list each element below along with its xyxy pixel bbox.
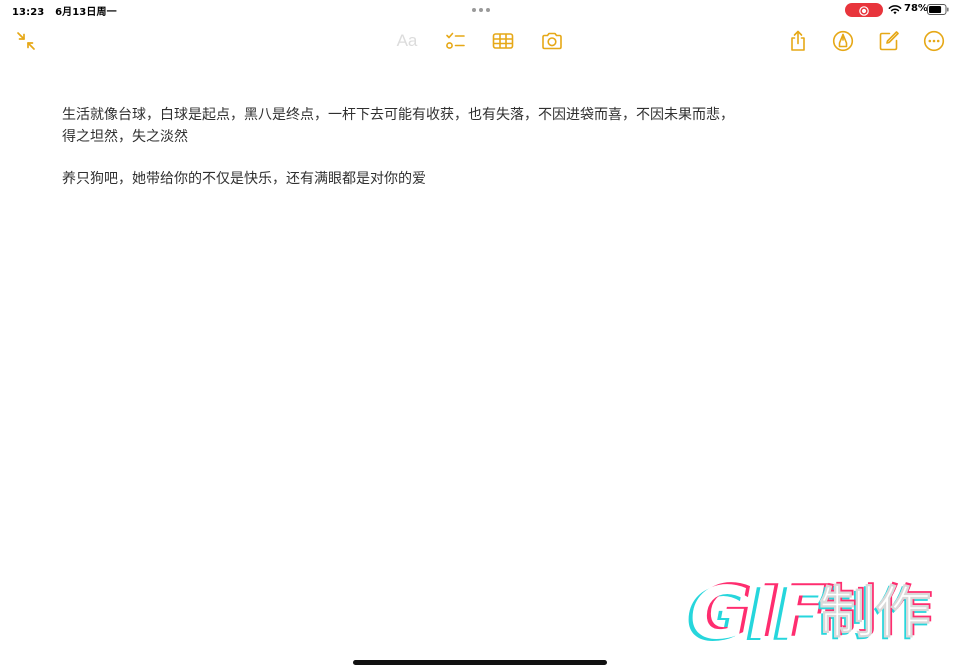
note-paragraph: 养只狗吧，她带给你的不仅是快乐，还有满眼都是对你的爱 (62, 168, 922, 190)
note-paragraph: 生活就像台球，白球是起点，黑八是终点，一杆下去可能有收获，也有失落，不因进袋而喜… (62, 104, 922, 148)
markup-button[interactable] (829, 27, 857, 55)
multitasking-dots-icon[interactable] (472, 8, 490, 12)
compose-button[interactable] (875, 27, 903, 55)
share-icon (791, 30, 805, 51)
status-time: 13:23 (12, 7, 45, 18)
notes-toolbar: Aa (0, 24, 960, 58)
gif-watermark-logo: GIF GIF GIF 制作 制作 制作 (686, 569, 933, 650)
collapse-button[interactable] (12, 27, 40, 55)
markup-pen-icon (832, 30, 854, 52)
status-time-date: 13:23 6月13日周一 (12, 3, 117, 18)
status-bar: 13:23 6月13日周一 78% (0, 0, 960, 20)
camera-button[interactable] (538, 27, 566, 55)
format-text-button[interactable]: Aa (393, 27, 421, 55)
wifi-icon (888, 5, 902, 15)
record-icon (859, 6, 869, 16)
camera-icon (542, 32, 562, 50)
table-button[interactable] (489, 27, 517, 55)
svg-text:GIF: GIF (690, 571, 825, 650)
home-indicator[interactable] (353, 660, 607, 665)
notes-app-screen: 13:23 6月13日周一 78% Aa 生活就像台球，白球是起点，黑八是终点，… (0, 0, 960, 672)
status-date: 6月13日周一 (55, 7, 117, 18)
collapse-arrows-icon (17, 32, 35, 50)
checklist-icon (446, 32, 465, 49)
compose-icon (879, 31, 899, 51)
more-button[interactable] (920, 27, 948, 55)
note-line: 生活就像台球，白球是起点，黑八是终点，一杆下去可能有收获，也有失落，不因进袋而喜… (62, 107, 734, 123)
table-icon (492, 33, 514, 49)
battery-icon (927, 4, 949, 15)
checklist-button[interactable] (441, 27, 469, 55)
more-ellipsis-icon (923, 30, 945, 52)
note-text-area[interactable]: 生活就像台球，白球是起点，黑八是终点，一杆下去可能有收获，也有失落，不因进袋而喜… (62, 104, 922, 190)
battery-percent: 78% (904, 3, 928, 14)
share-button[interactable] (784, 27, 812, 55)
note-line: 养只狗吧，她带给你的不仅是快乐，还有满眼都是对你的爱 (62, 171, 426, 187)
format-text-label: Aa (396, 31, 418, 50)
note-line: 得之坦然，失之淡然 (62, 129, 188, 145)
svg-text:制作: 制作 (819, 581, 931, 646)
screen-recording-indicator[interactable] (845, 3, 883, 17)
